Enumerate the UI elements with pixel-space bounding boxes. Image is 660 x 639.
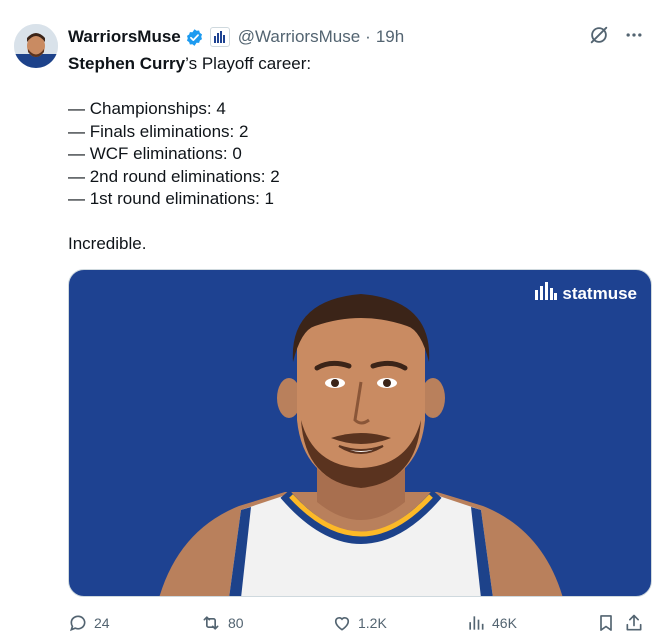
author-avatar[interactable]: [14, 24, 58, 68]
grok-icon[interactable]: [588, 24, 610, 51]
share-icon: [624, 613, 644, 633]
author-handle[interactable]: @WarriorsMuse: [238, 27, 360, 47]
affiliate-badge-icon[interactable]: [209, 27, 230, 47]
tweet-header: WarriorsMuse @WarriorsMuse · 19h: [68, 26, 404, 48]
stat-line: — 2nd round eliminations: 2: [68, 166, 280, 186]
like-icon: [332, 613, 352, 633]
stat-line: — Finals eliminations: 2: [68, 121, 249, 141]
tweet-closing: Incredible.: [68, 234, 147, 253]
views-icon: [466, 613, 486, 633]
share-button[interactable]: [624, 613, 644, 633]
player-illustration: [159, 294, 563, 596]
reply-count: 24: [94, 615, 110, 631]
reply-icon: [68, 613, 88, 633]
tweet-text: Stephen Curry’s Playoff career: — Champi…: [68, 53, 643, 256]
tweet-intro: Stephen Curry’s Playoff career:: [68, 53, 643, 76]
like-count: 1.2K: [358, 615, 387, 631]
views-button[interactable]: 46K: [466, 613, 517, 633]
verified-badge-icon: [185, 28, 204, 47]
stat-line: — 1st round eliminations: 1: [68, 189, 274, 208]
tweet-media[interactable]: statmuse: [68, 269, 652, 597]
repost-icon: [200, 613, 222, 633]
player-name: Stephen Curry: [68, 54, 186, 73]
stat-line: — WCF eliminations: 0: [68, 144, 242, 163]
bookmark-icon: [596, 613, 616, 633]
views-count: 46K: [492, 615, 517, 631]
repost-count: 80: [228, 615, 244, 631]
author-name[interactable]: WarriorsMuse: [68, 27, 181, 47]
stat-line: — Championships: 4: [68, 99, 226, 118]
more-icon[interactable]: [624, 25, 644, 50]
like-button[interactable]: 1.2K: [332, 613, 387, 633]
repost-button[interactable]: 80: [200, 613, 244, 633]
tweet-actions: 24 80 1.2K 46K: [68, 608, 643, 638]
post-time[interactable]: 19h: [376, 27, 404, 47]
reply-button[interactable]: 24: [68, 613, 110, 633]
bookmark-button[interactable]: [596, 613, 616, 633]
intro-rest: ’s Playoff career:: [185, 54, 312, 73]
header-actions: [588, 24, 644, 51]
header-separator: ·: [365, 27, 371, 46]
